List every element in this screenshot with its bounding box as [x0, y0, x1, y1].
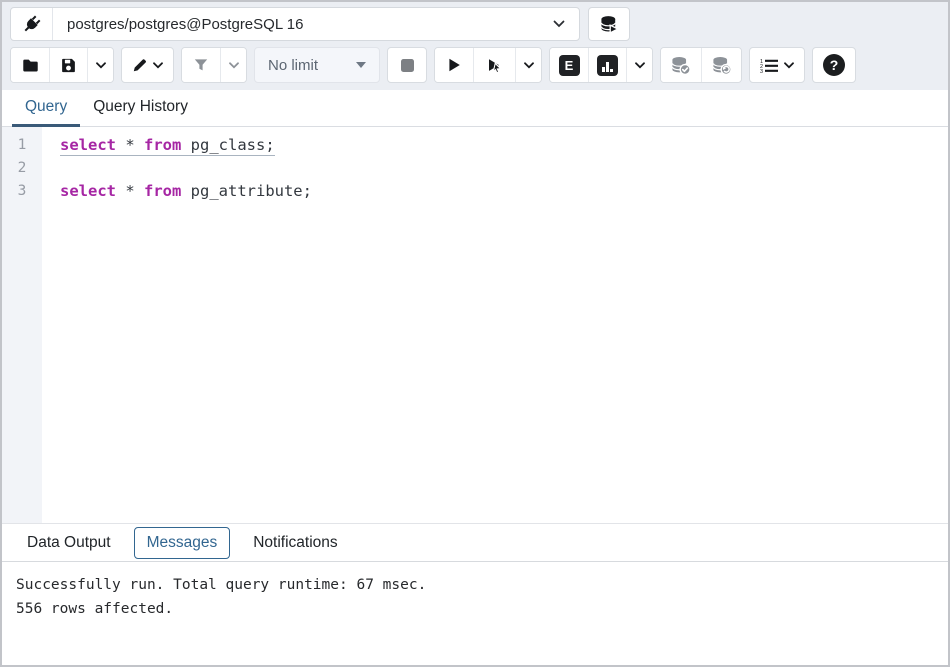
stop-icon: [401, 59, 414, 72]
sql-keyword: select: [60, 136, 116, 154]
help-button[interactable]: ?: [812, 47, 856, 83]
tab-messages-label: Messages: [147, 534, 218, 551]
floppy-save-icon: [60, 57, 77, 74]
save-button[interactable]: [49, 48, 87, 82]
code-line-2: [60, 157, 948, 180]
play-cursor-icon: [486, 57, 504, 74]
execute-options-chevron[interactable]: [515, 48, 541, 82]
connection-bar: postgres/postgres@PostgreSQL 16: [2, 2, 948, 44]
query-tool-window: postgres/postgres@PostgreSQL 16: [0, 0, 950, 667]
tab-query-history[interactable]: Query History: [80, 90, 201, 127]
tab-data-output[interactable]: Data Output: [14, 527, 124, 559]
tab-notifications[interactable]: Notifications: [240, 527, 350, 559]
filter-options-chevron[interactable]: [220, 48, 246, 82]
file-button-group: [10, 47, 114, 83]
transaction-button-group: [660, 47, 742, 83]
explain-button[interactable]: E: [550, 48, 588, 82]
sql-keyword: select: [60, 182, 116, 200]
new-connection-button[interactable]: [588, 7, 630, 41]
query-tabbar: Query Query History: [2, 90, 948, 127]
tab-query-history-label: Query History: [93, 98, 188, 116]
line-number: 3: [2, 180, 42, 203]
database-commit-icon: [671, 56, 691, 75]
execute-from-cursor-button[interactable]: [473, 48, 515, 82]
explain-options-chevron[interactable]: [626, 48, 652, 82]
chevron-down-icon: [553, 20, 565, 28]
pencil-icon: [132, 57, 148, 73]
message-line: Successfully run. Total query runtime: 6…: [16, 573, 934, 597]
edit-button[interactable]: [121, 47, 174, 83]
message-line: 556 rows affected.: [16, 597, 934, 621]
explain-analyze-button[interactable]: [588, 48, 626, 82]
tab-query[interactable]: Query: [12, 90, 80, 127]
connection-select-value: postgres/postgres@PostgreSQL 16: [67, 16, 303, 33]
save-options-chevron[interactable]: [87, 48, 113, 82]
output-tabbar: Data Output Messages Notifications: [2, 524, 948, 562]
filter-button[interactable]: [182, 48, 220, 82]
sql-operator: *: [116, 182, 144, 200]
line-number: 1: [2, 134, 42, 157]
sql-identifier: pg_attribute;: [181, 182, 312, 200]
funnel-filter-icon: [193, 57, 209, 73]
explain-button-group: E: [549, 47, 653, 83]
edit-options-chevron-icon: [153, 62, 163, 69]
rollback-button[interactable]: [701, 48, 741, 82]
sql-keyword: from: [144, 136, 181, 154]
row-limit-value: No limit: [268, 57, 318, 74]
database-rollback-icon: [712, 56, 732, 75]
sql-keyword: from: [144, 182, 181, 200]
filter-button-group: [181, 47, 247, 83]
sql-operator: *: [116, 136, 144, 154]
numbered-list-icon: 1 2 3: [760, 58, 779, 73]
tab-notifications-label: Notifications: [253, 534, 337, 551]
commit-button[interactable]: [661, 48, 701, 82]
code-line-3: select * from pg_attribute;: [60, 180, 948, 203]
play-icon: [446, 57, 462, 73]
explain-e-icon: E: [559, 55, 580, 76]
macros-chevron-icon: [784, 62, 794, 69]
sql-identifier: pg_class;: [181, 136, 274, 154]
connection-status-plug-icon: [11, 8, 53, 40]
line-number: 2: [2, 157, 42, 180]
sql-editor: 1 2 3 select * from pg_class; select * f…: [2, 127, 948, 524]
cancel-query-button[interactable]: [387, 47, 427, 83]
messages-panel: Successfully run. Total query runtime: 6…: [2, 562, 948, 665]
row-limit-select[interactable]: No limit: [254, 47, 380, 83]
macros-button[interactable]: 1 2 3: [749, 47, 805, 83]
connection-select[interactable]: postgres/postgres@PostgreSQL 16: [53, 8, 579, 40]
execute-button-group: [434, 47, 542, 83]
folder-icon: [22, 57, 39, 74]
line-number-gutter: 1 2 3: [2, 127, 42, 523]
code-line-1: select * from pg_class;: [60, 134, 948, 157]
connection-group: postgres/postgres@PostgreSQL 16: [10, 7, 580, 41]
svg-text:3: 3: [760, 69, 763, 73]
question-mark-icon: ?: [823, 54, 845, 76]
tab-data-output-label: Data Output: [27, 534, 111, 551]
bar-chart-icon: [597, 55, 618, 76]
database-arrow-icon: [600, 15, 619, 34]
triangle-down-icon: [356, 62, 366, 68]
tab-query-label: Query: [25, 98, 67, 116]
tab-messages[interactable]: Messages: [134, 527, 231, 559]
query-toolbar: No limit: [2, 44, 948, 90]
open-file-button[interactable]: [11, 48, 49, 82]
execute-button[interactable]: [435, 48, 473, 82]
code-area[interactable]: select * from pg_class; select * from pg…: [42, 127, 948, 523]
